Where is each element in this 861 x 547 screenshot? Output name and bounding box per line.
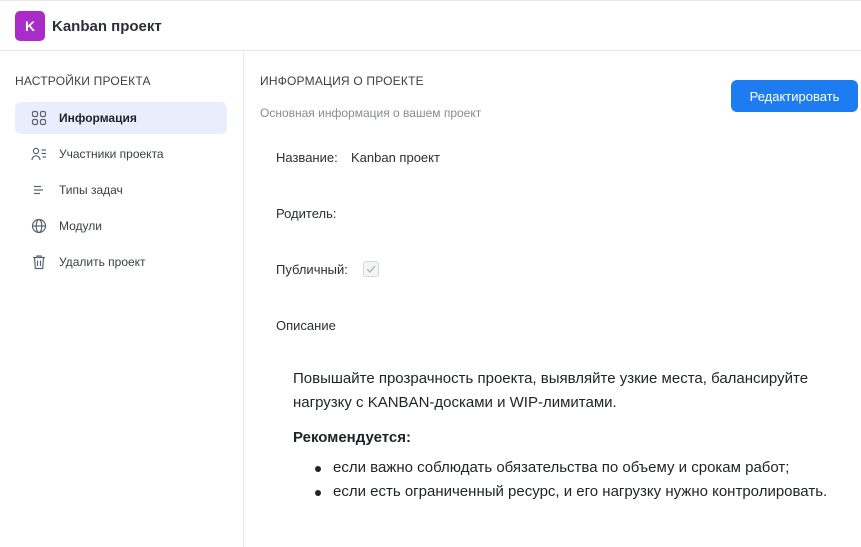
- section-subtitle: Основная информация о вашем проект: [260, 106, 482, 120]
- settings-sidebar: НАСТРОЙКИ ПРОЕКТА Информация Участники п…: [0, 52, 244, 547]
- sidebar-item-info[interactable]: Информация: [15, 102, 227, 134]
- users-list-icon: [31, 146, 47, 162]
- top-header: K Kanban проект: [0, 0, 861, 51]
- name-value: Kanban проект: [351, 150, 440, 165]
- project-title: Kanban проект: [52, 18, 162, 35]
- project-logo[interactable]: K: [15, 11, 45, 41]
- list-item: если есть ограниченный ресурс, и его наг…: [293, 480, 853, 504]
- parent-label: Родитель:: [276, 206, 337, 221]
- sidebar-title: НАСТРОЙКИ ПРОЕКТА: [15, 74, 151, 88]
- sidebar-item-delete-project[interactable]: Удалить проект: [15, 246, 227, 278]
- description-recommended: Рекомендуется:: [293, 429, 411, 446]
- sidebar-item-label: Участники проекта: [59, 147, 164, 161]
- grid-icon: [31, 110, 47, 126]
- main-content: ИНФОРМАЦИЯ О ПРОЕКТЕ Основная информация…: [245, 52, 861, 547]
- sidebar-item-label: Информация: [59, 111, 137, 125]
- description-label: Описание: [276, 318, 336, 333]
- description-paragraph: Повышайте прозрачность проекта, выявляйт…: [293, 370, 809, 411]
- edit-button[interactable]: Редактировать: [731, 80, 858, 112]
- sidebar-item-label: Типы задач: [59, 183, 123, 197]
- globe-icon: [31, 218, 47, 234]
- trash-icon: [31, 254, 47, 270]
- sidebar-item-modules[interactable]: Модули: [15, 210, 227, 242]
- public-label: Публичный:: [276, 262, 348, 277]
- section-title: ИНФОРМАЦИЯ О ПРОЕКТЕ: [260, 74, 424, 88]
- name-label: Название:: [276, 150, 338, 165]
- sidebar-item-members[interactable]: Участники проекта: [15, 138, 227, 170]
- sidebar-item-label: Удалить проект: [59, 255, 146, 269]
- list-item: если важно соблюдать обязательства по об…: [293, 456, 853, 480]
- check-icon: [366, 265, 376, 274]
- lines-icon: [31, 182, 47, 198]
- public-checkbox[interactable]: [363, 261, 379, 277]
- sidebar-item-label: Модули: [59, 219, 102, 233]
- sidebar-item-task-types[interactable]: Типы задач: [15, 174, 227, 206]
- description-list: если важно соблюдать обязательства по об…: [293, 456, 853, 504]
- description-content: Повышайте прозрачность проекта, выявляйт…: [293, 367, 853, 504]
